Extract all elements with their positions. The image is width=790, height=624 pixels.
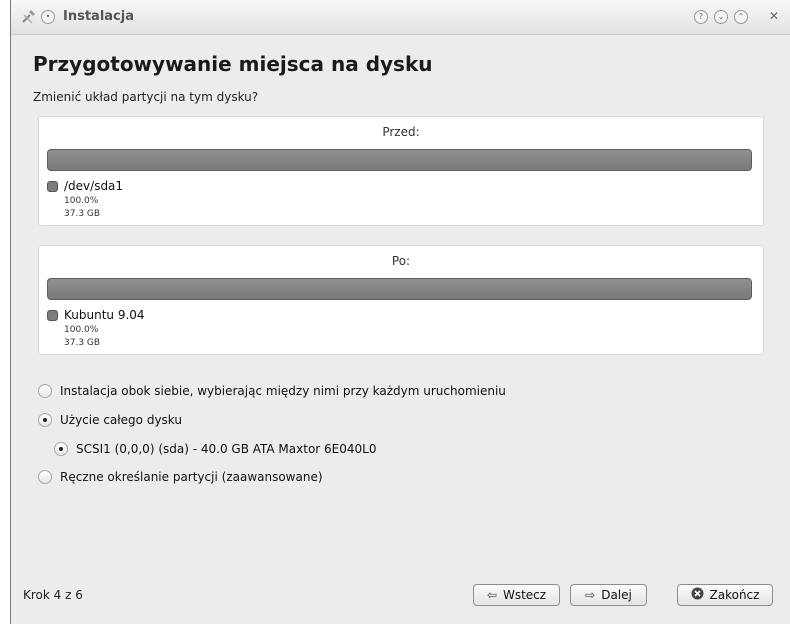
after-disk-bar: [47, 278, 752, 300]
arrow-left-icon: ⇦: [486, 588, 497, 602]
option-label[interactable]: Ręczne określanie partycji (zaawansowane…: [60, 470, 323, 484]
next-button[interactable]: ⇨ Dalej: [570, 584, 647, 606]
partition-name: /dev/sda1: [64, 179, 124, 193]
before-panel: Przed: /dev/sda1 100.0% 37.3 GB: [38, 116, 764, 226]
after-label: Po:: [391, 254, 411, 268]
pin-icon[interactable]: •: [41, 10, 55, 24]
maximize-icon[interactable]: ⌃: [734, 10, 748, 24]
option-label[interactable]: Instalacja obok siebie, wybierając międz…: [60, 384, 506, 398]
back-button-label: Wstecz: [502, 588, 547, 602]
option-label[interactable]: SCSI1 (0,0,0) (sda) - 40.0 GB ATA Maxtor…: [76, 442, 376, 456]
window-title: Instalacja: [63, 9, 134, 24]
quit-button[interactable]: Zakończ: [677, 584, 773, 606]
quit-button-label: Zakończ: [709, 588, 760, 602]
partition-percent: 100.0%: [64, 196, 99, 206]
installer-window: • Instalacja ? ⌄ ⌃ ✕ Przygotowywanie mie…: [10, 0, 790, 624]
wrench-hammer-icon[interactable]: [21, 9, 37, 29]
radio-manual-partitioning[interactable]: [38, 470, 52, 484]
after-panel: Po: Kubuntu 9.04 100.0% 37.3 GB: [38, 245, 764, 355]
partition-color-swatch: [47, 181, 58, 192]
cancel-icon: [691, 587, 704, 603]
back-button[interactable]: ⇦ Wstecz: [473, 584, 560, 606]
step-indicator: Krok 4 z 6: [23, 588, 83, 602]
radio-disk-sda[interactable]: [54, 442, 68, 456]
partition-size: 37.3 GB: [64, 209, 101, 219]
help-icon[interactable]: ?: [694, 10, 708, 24]
arrow-right-icon: ⇨: [585, 588, 596, 602]
option-label[interactable]: Użycie całego dysku: [60, 413, 182, 427]
close-icon[interactable]: ✕: [767, 10, 781, 24]
next-button-label: Dalej: [601, 588, 632, 602]
minimize-icon[interactable]: ⌄: [714, 10, 728, 24]
before-label: Przed:: [382, 125, 420, 139]
title-bar[interactable]: • Instalacja ? ⌄ ⌃ ✕: [11, 0, 790, 35]
before-disk-bar: [47, 149, 752, 171]
radio-side-by-side[interactable]: [38, 384, 52, 398]
radio-use-entire-disk[interactable]: [38, 413, 52, 427]
partition-percent: 100.0%: [64, 325, 99, 335]
page-title: Przygotowywanie miejsca na dysku: [33, 52, 433, 76]
partition-color-swatch: [47, 310, 58, 321]
partition-question: Zmienić układ partycji na tym dysku?: [33, 90, 259, 104]
partition-name: Kubuntu 9.04: [64, 308, 145, 322]
partition-size: 37.3 GB: [64, 338, 101, 348]
